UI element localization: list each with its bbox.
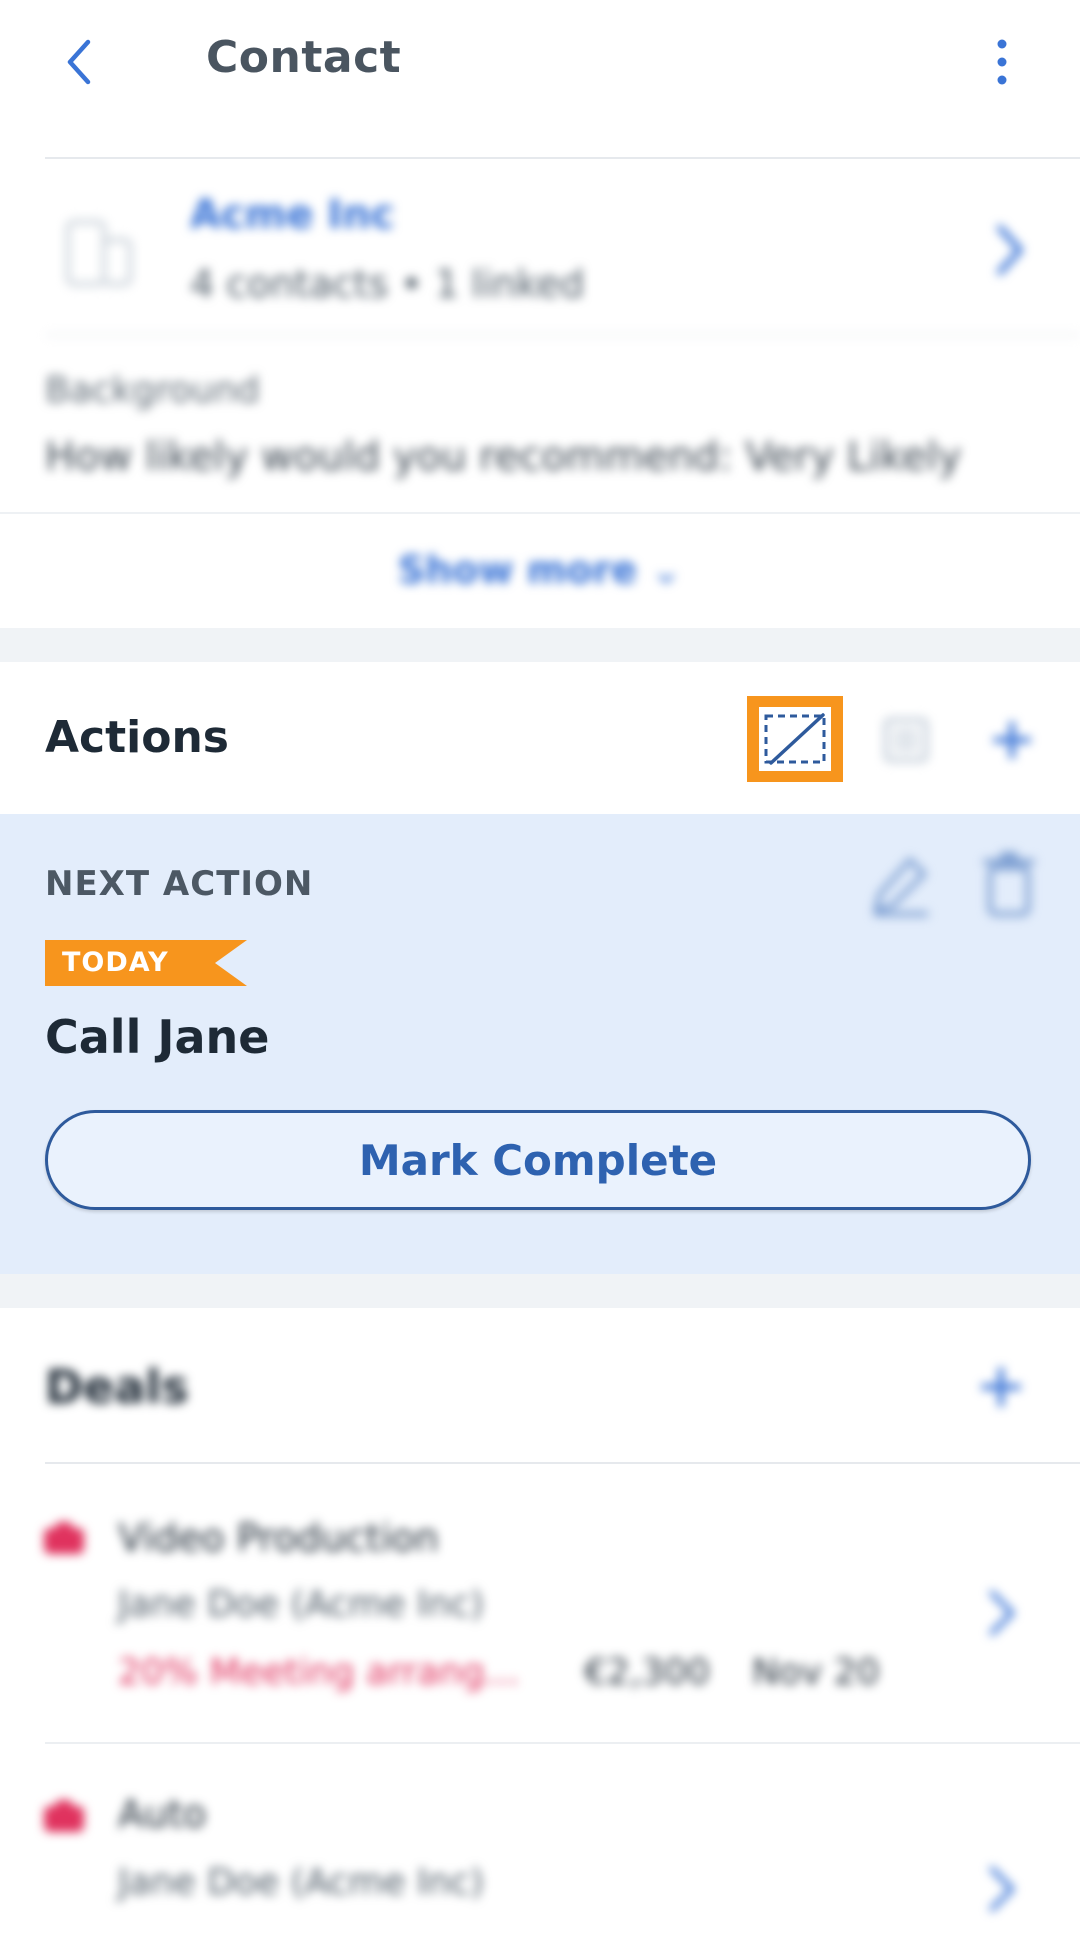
deals-section-title: Deals	[45, 1360, 189, 1414]
deal-title[interactable]: Auto	[118, 1792, 206, 1836]
background-label: Background	[45, 370, 260, 411]
divider	[45, 334, 1080, 336]
next-action-title: Call Jane	[45, 1010, 270, 1064]
focus-mode-icon	[759, 707, 831, 771]
page-title: Contact	[206, 32, 402, 83]
show-more-label: Show more	[397, 548, 637, 592]
trash-icon[interactable]	[980, 848, 1038, 920]
deal-date: Nov 20	[752, 1652, 880, 1693]
more-vertical-icon	[997, 39, 1007, 85]
add-action-button[interactable]	[988, 716, 1036, 764]
more-menu-button[interactable]	[982, 36, 1022, 88]
today-badge-label: TODAY	[62, 947, 169, 978]
divider	[0, 512, 1080, 514]
section-gap	[0, 1274, 1080, 1308]
deal-briefcase-icon	[42, 1800, 86, 1834]
back-button[interactable]	[60, 36, 100, 88]
deal-status: 20% Meeting arrang...	[118, 1652, 520, 1693]
divider	[45, 1742, 1080, 1744]
deal-amount: €2,300	[584, 1652, 710, 1693]
mark-complete-button[interactable]: Mark Complete	[45, 1110, 1031, 1210]
company-icon	[58, 212, 140, 294]
plus-icon	[981, 1367, 1021, 1407]
list-icon[interactable]	[880, 714, 932, 766]
add-deal-button[interactable]	[978, 1364, 1024, 1410]
deal-briefcase-icon	[42, 1522, 86, 1556]
chevron-right-icon[interactable]	[984, 1588, 1020, 1638]
plus-icon	[993, 721, 1031, 759]
chevron-down-icon: ⌄	[650, 548, 683, 592]
chevron-right-icon[interactable]	[984, 1864, 1020, 1914]
company-subtitle: 4 contacts • 1 linked	[190, 262, 585, 306]
edit-icon[interactable]	[866, 850, 936, 920]
header-divider	[45, 157, 1080, 159]
background-text: How likely would you recommend: Very Lik…	[45, 434, 962, 480]
next-action-label: NEXT ACTION	[45, 864, 314, 904]
company-chevron-icon[interactable]	[990, 222, 1030, 278]
deal-contact: Jane Doe (Acme Inc)	[118, 1584, 485, 1625]
actions-section-title: Actions	[45, 712, 229, 763]
show-more-button[interactable]: Show more ⌄	[0, 548, 1080, 592]
divider	[45, 1462, 1080, 1464]
app-header	[0, 0, 1080, 158]
section-gap	[0, 628, 1080, 662]
chevron-left-icon	[67, 39, 91, 85]
company-name-link[interactable]: Acme Inc	[190, 192, 394, 238]
deal-title[interactable]: Video Production	[118, 1516, 439, 1560]
deal-contact: Jane Doe (Acme Inc)	[118, 1862, 485, 1903]
